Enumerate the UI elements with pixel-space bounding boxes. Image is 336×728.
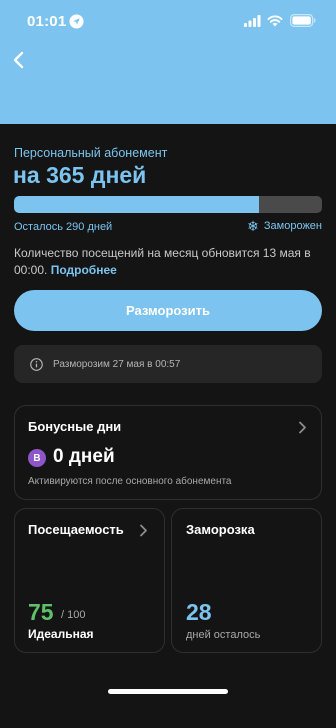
subscription-subtitle: Персональный абонемент bbox=[14, 146, 168, 160]
bonus-days-value: 0 дней bbox=[53, 446, 115, 467]
progress-fill bbox=[14, 196, 259, 213]
chevron-right-icon bbox=[140, 524, 147, 537]
days-remaining: Осталось 290 дней bbox=[14, 221, 113, 233]
freeze-title: Заморозка bbox=[186, 522, 255, 537]
bonus-days-note: Активируются после основного абонемента bbox=[28, 476, 232, 487]
visits-info: Количество посещений на месяц обновится … bbox=[14, 245, 326, 279]
attendance-label: Идеальная bbox=[28, 627, 94, 641]
bonus-days-title: Бонусные дни bbox=[28, 419, 122, 434]
attendance-max: / 100 bbox=[61, 609, 86, 621]
attendance-title: Посещаемость bbox=[28, 522, 124, 537]
home-indicator[interactable] bbox=[108, 689, 228, 694]
subscription-title: на 365 дней bbox=[13, 162, 147, 188]
bonus-badge: B bbox=[28, 449, 46, 467]
attendance-value: 75 bbox=[28, 599, 54, 625]
snowflake-icon: ❄ bbox=[247, 218, 259, 234]
location-arrow-icon bbox=[69, 14, 84, 29]
attendance-card[interactable]: Посещаемость 75 / 100 Идеальная bbox=[14, 508, 165, 653]
freeze-card[interactable]: Заморозка 28 дней осталось bbox=[171, 508, 322, 653]
info-icon bbox=[30, 357, 43, 371]
chevron-right-icon bbox=[299, 421, 306, 434]
freeze-days-value: 28 bbox=[186, 599, 212, 625]
freeze-days-label: дней осталось bbox=[186, 629, 261, 641]
unfreeze-button[interactable]: Разморозить bbox=[14, 290, 322, 331]
status-bar: 01:01 bbox=[0, 0, 336, 44]
main-content: Персональный абонемент на 365 дней Остал… bbox=[0, 124, 336, 728]
unfreeze-notice: Разморозим 27 мая в 00:57 bbox=[14, 345, 322, 383]
subscription-progress-bar bbox=[14, 196, 322, 213]
more-link[interactable]: Подробнее bbox=[51, 263, 117, 277]
wifi-icon bbox=[267, 15, 283, 27]
notice-text: Разморозим 27 мая в 00:57 bbox=[53, 358, 181, 370]
status-time: 01:01 bbox=[27, 13, 67, 30]
header: 01:01 bbox=[0, 0, 336, 124]
cellular-signal-icon bbox=[244, 15, 261, 27]
battery-icon bbox=[290, 14, 316, 27]
back-button[interactable] bbox=[6, 46, 32, 74]
frozen-status: ❄ Заморожен bbox=[247, 219, 322, 233]
frozen-label: Заморожен bbox=[263, 220, 322, 232]
bonus-days-card[interactable]: Бонусные дни B 0 дней Активируются после… bbox=[14, 405, 322, 500]
